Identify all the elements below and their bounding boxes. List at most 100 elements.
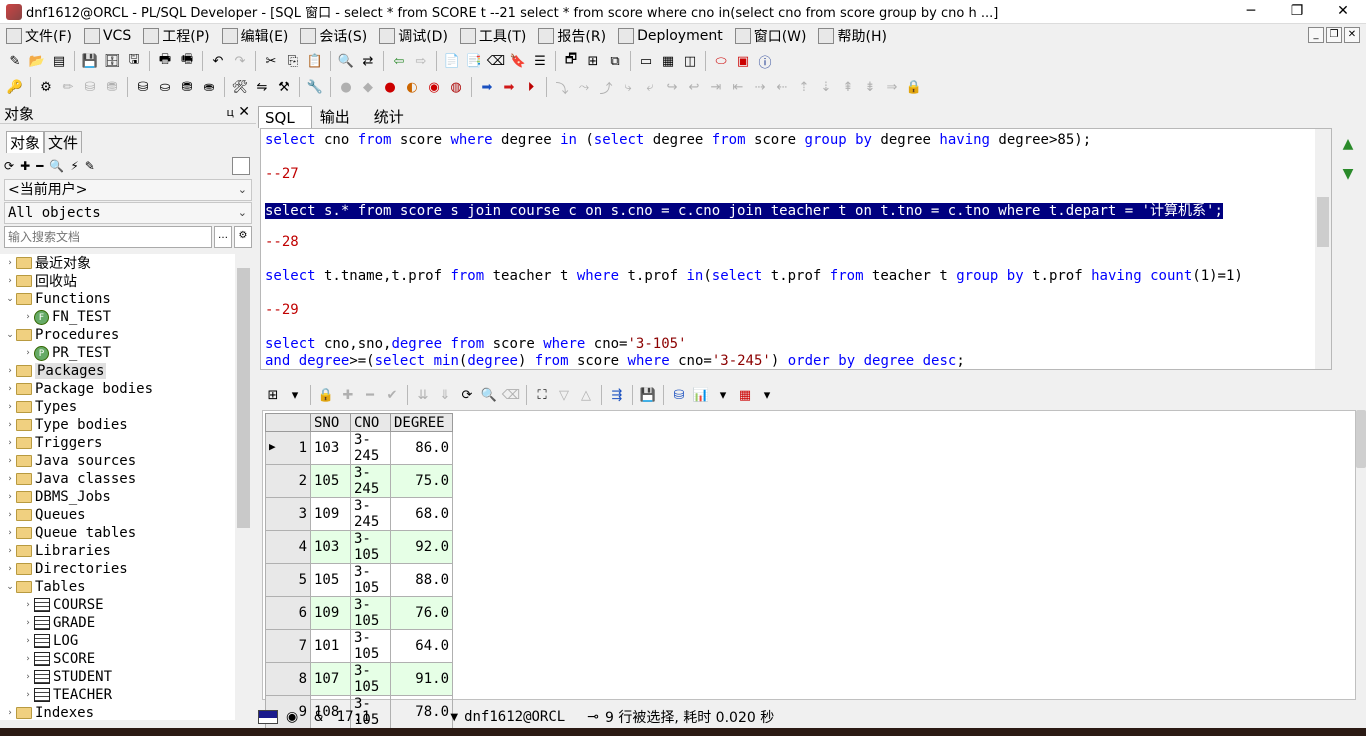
window-icon[interactable]: ▭ bbox=[636, 51, 656, 71]
tree-scroll-thumb[interactable] bbox=[237, 268, 250, 528]
menu-project[interactable]: 工程(P) bbox=[137, 25, 215, 47]
tab-sql[interactable]: SQL bbox=[258, 106, 312, 128]
save-all-icon[interactable]: 🗄 bbox=[102, 51, 122, 71]
collapsed-chevron-icon[interactable]: › bbox=[4, 510, 16, 520]
refresh-icon[interactable]: ⟳ bbox=[4, 159, 14, 173]
export-table-icon[interactable]: ▦ bbox=[735, 385, 755, 405]
clear-icon[interactable]: ⌫ bbox=[501, 385, 521, 405]
menu-debug[interactable]: 调试(D) bbox=[373, 25, 454, 47]
remove-icon[interactable]: ━ bbox=[36, 159, 43, 173]
tree-node-triggers[interactable]: › Triggers bbox=[0, 434, 252, 452]
expanded-chevron-icon[interactable]: ⌄ bbox=[4, 582, 16, 592]
print-preview-icon[interactable]: 🖷 bbox=[177, 51, 197, 71]
info-icon[interactable]: ⓘ bbox=[755, 51, 775, 71]
close-button[interactable]: ✕ bbox=[1320, 0, 1366, 24]
filter-up-icon[interactable]: △ bbox=[576, 385, 596, 405]
expanded-chevron-icon[interactable]: ⌄ bbox=[4, 330, 16, 340]
step-icon-5[interactable]: ⤶ bbox=[640, 77, 660, 97]
tools-icon[interactable]: 🛠 bbox=[230, 77, 250, 97]
table-row[interactable]: 6 109 3-105 76.0 bbox=[265, 596, 453, 630]
mdi-close-button[interactable]: ✕ bbox=[1344, 27, 1360, 43]
menu-help[interactable]: 帮助(H) bbox=[812, 25, 892, 47]
tree-node-queue-tables[interactable]: › Queue tables bbox=[0, 524, 252, 542]
copy-icon[interactable]: ⎘ bbox=[283, 51, 303, 71]
collapsed-chevron-icon[interactable]: › bbox=[4, 546, 16, 556]
load-icon[interactable]: 📑 bbox=[464, 51, 484, 71]
break-icon[interactable]: ✏ bbox=[58, 77, 78, 97]
cell-sno[interactable]: 105 bbox=[310, 464, 351, 498]
cell-degree[interactable]: 64.0 bbox=[390, 629, 453, 663]
object-filter-combo[interactable]: All objects ⌄ bbox=[4, 202, 252, 224]
document-icon[interactable]: 📄 bbox=[442, 51, 462, 71]
database-icon[interactable]: ⛁ bbox=[669, 385, 689, 405]
back-icon[interactable]: ⇦ bbox=[389, 51, 409, 71]
oracle-icon[interactable]: ⬭ bbox=[711, 51, 731, 71]
step-icon-11[interactable]: ⇠ bbox=[772, 77, 792, 97]
cell-sno[interactable]: 109 bbox=[310, 596, 351, 630]
tree-scrollbar[interactable] bbox=[235, 254, 252, 720]
step-icon-9[interactable]: ⇤ bbox=[728, 77, 748, 97]
bookmark-icon[interactable]: 🔖 bbox=[508, 51, 528, 71]
cell-cno[interactable]: 3-105 bbox=[350, 629, 391, 663]
table-row[interactable]: 8 107 3-105 91.0 bbox=[265, 662, 453, 696]
collapsed-chevron-icon[interactable]: › bbox=[4, 384, 16, 394]
collapsed-chevron-icon[interactable]: › bbox=[4, 708, 16, 718]
mdi-minimize-button[interactable]: _ bbox=[1308, 27, 1324, 43]
cell-sno[interactable]: 105 bbox=[310, 563, 351, 597]
collapsed-chevron-icon[interactable]: › bbox=[4, 492, 16, 502]
template-icon[interactable]: ☰ bbox=[530, 51, 550, 71]
arrow-right-blue-icon[interactable]: ➡ bbox=[477, 77, 497, 97]
cell-degree[interactable]: 76.0 bbox=[390, 596, 453, 630]
lock-icon[interactable]: 🔒 bbox=[316, 385, 336, 405]
print-icon[interactable]: 🖶 bbox=[155, 51, 175, 71]
right-edge-scroll-handle[interactable] bbox=[1356, 410, 1366, 468]
tree-node-indexes[interactable]: › Indexes bbox=[0, 704, 252, 720]
cell-cno[interactable]: 3-105 bbox=[350, 530, 391, 564]
table-row[interactable]: 4 103 3-105 92.0 bbox=[265, 530, 453, 564]
tree-node-types[interactable]: › Types bbox=[0, 398, 252, 416]
chart-icon[interactable]: 📊 bbox=[691, 385, 711, 405]
object-search-input[interactable] bbox=[4, 226, 212, 248]
key-icon[interactable]: 🔑 bbox=[5, 77, 25, 97]
collapsed-chevron-icon[interactable]: › bbox=[4, 402, 16, 412]
tree-node-java-sources[interactable]: › Java sources bbox=[0, 452, 252, 470]
tree-node-directories[interactable]: › Directories bbox=[0, 560, 252, 578]
collapsed-chevron-icon[interactable]: › bbox=[22, 600, 34, 610]
tree-node-最近对象[interactable]: › 最近对象 bbox=[0, 254, 252, 272]
execute-gear-icon[interactable]: ⚙ bbox=[36, 77, 56, 97]
table-row[interactable]: ▶ 1 103 3-245 86.0 bbox=[265, 431, 453, 465]
step-icon-13[interactable]: ⇣ bbox=[816, 77, 836, 97]
cell-degree[interactable]: 92.0 bbox=[390, 530, 453, 564]
tree-node-queues[interactable]: › Queues bbox=[0, 506, 252, 524]
chevron-down-icon[interactable]: ▾ bbox=[713, 385, 733, 405]
collapsed-chevron-icon[interactable]: › bbox=[4, 528, 16, 538]
step-icon-16[interactable]: ⇒ bbox=[882, 77, 902, 97]
new-icon[interactable]: ✎ bbox=[5, 51, 25, 71]
tree-node-dbms_jobs[interactable]: › DBMS_Jobs bbox=[0, 488, 252, 506]
collapsed-chevron-icon[interactable]: › bbox=[4, 276, 16, 286]
menu-window[interactable]: 窗口(W) bbox=[729, 25, 813, 47]
rollback-disabled-icon[interactable]: ⛃ bbox=[102, 77, 122, 97]
replace-icon[interactable]: ⇄ bbox=[358, 51, 378, 71]
collapsed-chevron-icon[interactable]: › bbox=[22, 672, 34, 682]
menu-deployment[interactable]: Deployment bbox=[612, 25, 729, 47]
collapsed-chevron-icon[interactable]: › bbox=[22, 690, 34, 700]
connection-label[interactable]: dnf1612@ORCL bbox=[464, 709, 565, 725]
search-options-icon[interactable]: ⚙ bbox=[234, 226, 252, 248]
tree-node-log[interactable]: › LOG bbox=[0, 632, 252, 650]
cell-cno[interactable]: 3-245 bbox=[350, 464, 391, 498]
maximize-button[interactable]: ❐ bbox=[1274, 0, 1320, 24]
step-icon-8[interactable]: ⇥ bbox=[706, 77, 726, 97]
paste-icon[interactable]: 📋 bbox=[305, 51, 325, 71]
step-icon-4[interactable]: ⤷ bbox=[618, 77, 638, 97]
open-icon[interactable]: 📂 bbox=[27, 51, 47, 71]
find-icon[interactable]: 🔍 bbox=[336, 51, 356, 71]
save-as-icon[interactable]: 🖫 bbox=[124, 51, 144, 71]
sql-editor[interactable]: select cno from score where degree in (s… bbox=[260, 128, 1332, 370]
wrench-icon[interactable]: 🔧 bbox=[305, 77, 325, 97]
collapsed-chevron-icon[interactable]: › bbox=[4, 474, 16, 484]
scripts-icon[interactable]: ⚒ bbox=[274, 77, 294, 97]
user-combo[interactable]: <当前用户> ⌄ bbox=[4, 179, 252, 201]
tree-node-grade[interactable]: › GRADE bbox=[0, 614, 252, 632]
column-header-sno[interactable]: SNO bbox=[310, 413, 351, 432]
